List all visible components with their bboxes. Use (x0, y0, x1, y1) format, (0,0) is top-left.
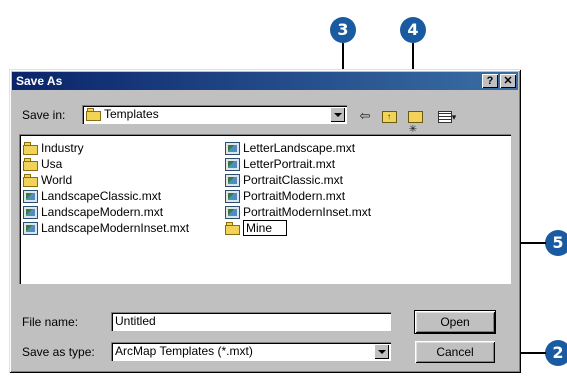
folder-icon (23, 174, 39, 188)
folder-icon (225, 222, 241, 236)
dialog-title: Save As (16, 74, 63, 88)
list-item[interactable]: Industry (23, 140, 84, 156)
mxt-file-icon (23, 206, 39, 220)
callout-2: 2 (545, 340, 567, 366)
save-in-label: Save in: (22, 108, 66, 122)
file-name: LandscapeClassic.mxt (41, 189, 162, 203)
back-icon[interactable]: ⇦ (355, 107, 375, 125)
list-item[interactable]: LandscapeClassic.mxt (23, 188, 161, 204)
list-item[interactable]: PortraitModernInset.mxt (225, 204, 371, 220)
up-folder-icon[interactable]: ↑ (379, 107, 399, 125)
mxt-file-icon (225, 174, 241, 188)
save-as-dialog: Save As ? ✕ Save in: Templates ⇦ ↑ ✳ ▾ I… (9, 69, 521, 373)
file-name: PortraitModernInset.mxt (243, 205, 372, 219)
close-button[interactable]: ✕ (500, 74, 516, 88)
folder-icon (23, 142, 39, 156)
file-name: Industry (41, 141, 84, 155)
title-bar: Save As ? ✕ (12, 72, 518, 90)
chevron-down-icon[interactable] (330, 107, 345, 122)
file-name: LetterLandscape.mxt (243, 141, 356, 155)
file-name-label: File name: (22, 315, 79, 329)
list-item[interactable]: PortraitClassic.mxt (225, 172, 343, 188)
callout-5: 5 (545, 230, 567, 256)
list-item[interactable]: World (23, 172, 72, 188)
list-item[interactable]: LandscapeModernInset.mxt (23, 220, 189, 236)
list-item[interactable]: Mine (225, 220, 288, 236)
file-name: LandscapeModern.mxt (41, 205, 164, 219)
save-in-value: Templates (104, 107, 159, 121)
mxt-file-icon (225, 158, 241, 172)
callout-3: 3 (330, 17, 356, 43)
mxt-file-icon (23, 190, 39, 204)
file-list[interactable]: Industry Usa World LandscapeClassic.mxt Land… (19, 134, 511, 284)
file-name: World (41, 173, 73, 187)
cancel-button[interactable]: Cancel (415, 341, 495, 363)
file-name: Usa (41, 157, 63, 171)
mxt-file-icon (23, 222, 39, 236)
mxt-file-icon (225, 142, 241, 156)
list-item[interactable]: LandscapeModern.mxt (23, 204, 163, 220)
mxt-file-icon (225, 206, 241, 220)
list-item[interactable]: LetterLandscape.mxt (225, 140, 355, 156)
mxt-file-icon (225, 190, 241, 204)
view-menu-icon[interactable]: ▾ (433, 107, 461, 125)
file-name: LandscapeModernInset.mxt (41, 221, 190, 235)
save-as-type-label: Save as type: (22, 345, 95, 359)
list-item[interactable]: PortraitModern.mxt (225, 188, 345, 204)
file-name: Mine (243, 220, 288, 236)
new-folder-icon[interactable]: ✳ (405, 107, 425, 135)
save-in-dropdown[interactable]: Templates (82, 105, 347, 124)
file-name-field[interactable]: Untitled (111, 312, 391, 331)
file-name: PortraitModern.mxt (243, 189, 346, 203)
file-name: PortraitClassic.mxt (243, 173, 344, 187)
folder-icon (23, 158, 39, 172)
help-button[interactable]: ? (482, 74, 498, 88)
save-as-type-value: ArcMap Templates (*.mxt) (115, 344, 253, 358)
open-button[interactable]: Open (414, 310, 496, 334)
file-name: LetterPortrait.mxt (243, 157, 336, 171)
save-as-type-dropdown[interactable]: ArcMap Templates (*.mxt) (111, 342, 391, 361)
list-item[interactable]: LetterPortrait.mxt (225, 156, 335, 172)
callout-4: 4 (400, 17, 426, 43)
chevron-down-icon[interactable] (374, 344, 389, 359)
file-name-value: Untitled (115, 314, 156, 328)
list-item[interactable]: Usa (23, 156, 62, 172)
folder-icon (86, 108, 102, 121)
